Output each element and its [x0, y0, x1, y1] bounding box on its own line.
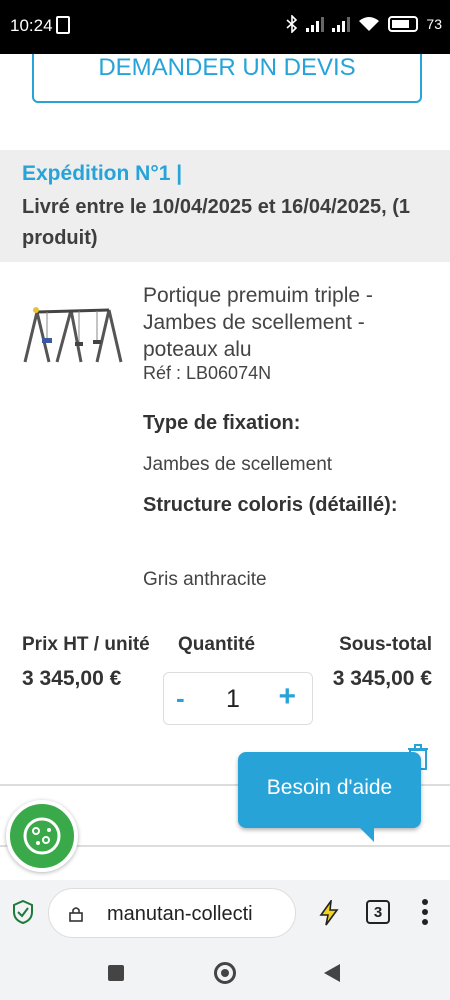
signal-icon-2 — [332, 16, 351, 32]
unit-price: 3 345,00 € — [22, 667, 122, 690]
bluetooth-icon — [286, 15, 298, 33]
status-icons: 73 — [286, 15, 442, 33]
decrease-quantity-button[interactable]: - — [176, 683, 185, 714]
home-button[interactable] — [214, 962, 236, 984]
product-ref: Réf : LB06074N — [143, 363, 272, 383]
tab-switcher-button[interactable]: 3 — [366, 900, 390, 924]
status-bar: 10:24 73 — [0, 0, 450, 54]
cookie-icon — [23, 817, 61, 855]
quantity-value[interactable]: 1 — [226, 685, 240, 714]
status-time: 10:24 — [10, 16, 53, 35]
product-image[interactable] — [21, 304, 125, 366]
battery-icon — [388, 16, 419, 32]
shield-icon[interactable] — [12, 900, 34, 924]
signal-icon — [306, 16, 325, 32]
recents-button[interactable] — [108, 965, 124, 981]
bolt-icon[interactable] — [318, 900, 340, 926]
battery-percent: 73 — [426, 16, 442, 32]
product-name[interactable]: Portique premuim triple - Jambes de scel… — [143, 282, 423, 363]
quantity-header: Quantité — [178, 634, 256, 655]
wifi-icon — [359, 17, 380, 31]
more-menu-icon[interactable] — [421, 898, 429, 926]
shipment-header: Expédition N°1 | Livré entre le 10/04/20… — [0, 150, 450, 262]
help-chat-button[interactable]: Besoin d'aide — [238, 752, 421, 828]
lock-icon — [69, 907, 83, 922]
page-content: DEMANDER UN DEVIS Expédition N°1 | Livré… — [0, 54, 450, 880]
request-quote-button[interactable]: DEMANDER UN DEVIS — [32, 54, 422, 103]
system-nav-bar — [0, 948, 450, 1000]
option-label-color: Structure coloris (détaillé): — [143, 494, 398, 516]
cookie-settings-button[interactable] — [6, 800, 78, 872]
url-text[interactable]: manutan-collecti — [107, 903, 253, 926]
help-bubble-tail — [354, 822, 374, 842]
option-value-color: Gris anthracite — [143, 569, 267, 590]
increase-quantity-button[interactable]: + — [278, 680, 296, 714]
shipment-title: Expédition N°1 | — [22, 162, 183, 185]
notification-icon — [56, 16, 70, 34]
shipment-dates: Livré entre le 10/04/2025 et 16/04/2025,… — [22, 196, 411, 249]
address-bar[interactable]: manutan-collecti — [48, 888, 296, 938]
subtotal-header: Sous-total — [339, 634, 432, 655]
quantity-stepper: - 1 + — [163, 672, 313, 725]
option-label-fixation: Type de fixation: — [143, 412, 301, 434]
option-value-fixation: Jambes de scellement — [143, 454, 333, 475]
subtotal-value: 3 345,00 € — [332, 667, 432, 690]
back-button[interactable] — [324, 964, 340, 982]
browser-toolbar: manutan-collecti 3 — [0, 880, 450, 948]
unit-price-header: Prix HT / unité — [22, 634, 150, 655]
